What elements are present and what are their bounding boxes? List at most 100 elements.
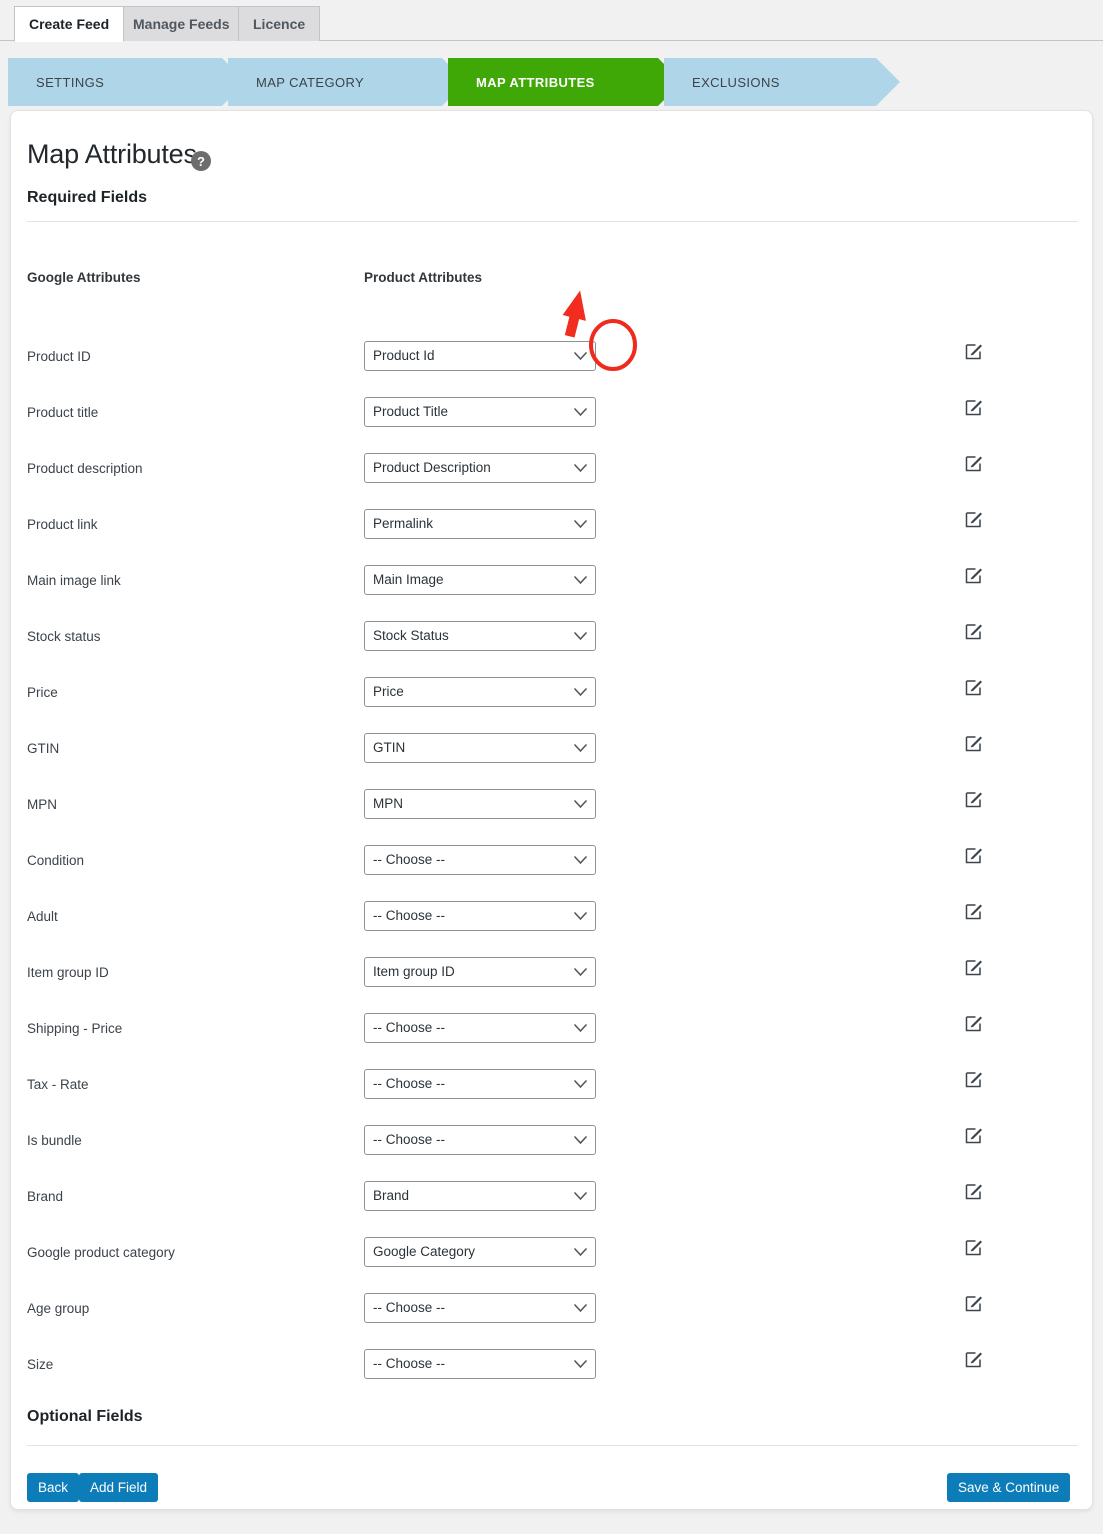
edit-icon[interactable] <box>964 677 984 697</box>
attribute-select[interactable]: Product Description <box>364 453 596 483</box>
attribute-select[interactable]: -- Choose -- <box>364 1293 596 1323</box>
step-settings[interactable]: SETTINGS <box>8 58 222 106</box>
attribute-label: Item group ID <box>27 965 109 980</box>
edit-icon[interactable] <box>964 1349 984 1369</box>
attribute-select[interactable]: Main Image <box>364 565 596 595</box>
back-button[interactable]: Back <box>27 1473 79 1502</box>
attribute-select-wrapper: Google Category <box>364 1237 596 1267</box>
attribute-select-wrapper: Brand <box>364 1181 596 1211</box>
column-header-google: Google Attributes <box>27 270 141 285</box>
attribute-select[interactable]: Product Id <box>364 341 596 371</box>
table-row: Brand Brand <box>11 1175 1092 1231</box>
page-title: Map Attributes <box>27 139 197 170</box>
attribute-label: Age group <box>27 1301 89 1316</box>
step-map-attributes[interactable]: MAP ATTRIBUTES <box>448 58 658 106</box>
divider-optional <box>27 1445 1078 1446</box>
attribute-label: GTIN <box>27 741 59 756</box>
attribute-select-wrapper: GTIN <box>364 733 596 763</box>
table-row: Product description Product Description <box>11 447 1092 503</box>
optional-fields-heading: Optional Fields <box>27 1408 143 1426</box>
attribute-select[interactable]: Price <box>364 677 596 707</box>
attribute-select[interactable]: -- Choose -- <box>364 845 596 875</box>
attribute-select[interactable]: -- Choose -- <box>364 1125 596 1155</box>
attribute-label: Google product category <box>27 1245 175 1260</box>
attribute-label: Product title <box>27 405 98 420</box>
add-field-button[interactable]: Add Field <box>79 1473 158 1502</box>
table-row: Size -- Choose -- <box>11 1343 1092 1399</box>
tab-bar: Create Feed Manage Feeds Licence <box>0 0 1103 41</box>
table-row: Product linkPermalink <box>11 503 1092 559</box>
edit-icon[interactable] <box>964 341 984 361</box>
table-row: Product ID Product Id <box>11 335 1092 391</box>
table-row: Price Price <box>11 671 1092 727</box>
attribute-select[interactable]: GTIN <box>364 733 596 763</box>
attribute-select-wrapper: Main Image <box>364 565 596 595</box>
attribute-select-wrapper: -- Choose -- <box>364 1069 596 1099</box>
attribute-select-wrapper: -- Choose -- <box>364 1293 596 1323</box>
attribute-select[interactable]: -- Choose -- <box>364 1069 596 1099</box>
attribute-select-wrapper: MPN <box>364 789 596 819</box>
attribute-select-wrapper: -- Choose -- <box>364 901 596 931</box>
map-attributes-card: Map Attributes ? Required Fields Google … <box>10 110 1093 1510</box>
attribute-select[interactable]: -- Choose -- <box>364 1013 596 1043</box>
attribute-select-wrapper: Price <box>364 677 596 707</box>
attribute-select-wrapper: -- Choose -- <box>364 1013 596 1043</box>
table-row: Shipping - Price-- Choose -- <box>11 1007 1092 1063</box>
save-continue-button[interactable]: Save & Continue <box>947 1473 1070 1502</box>
edit-icon[interactable] <box>964 621 984 641</box>
tab-create-feed[interactable]: Create Feed <box>14 6 124 42</box>
attribute-select-wrapper: Stock Status <box>364 621 596 651</box>
attribute-select[interactable]: Product Title <box>364 397 596 427</box>
attribute-label: Product description <box>27 461 143 476</box>
step-exclusions[interactable]: EXCLUSIONS <box>664 58 876 106</box>
edit-icon[interactable] <box>964 845 984 865</box>
attribute-select-wrapper: -- Choose -- <box>364 1125 596 1155</box>
attribute-select[interactable]: Permalink <box>364 509 596 539</box>
attribute-select[interactable]: Brand <box>364 1181 596 1211</box>
divider-required <box>27 221 1078 222</box>
column-header-product: Product Attributes <box>364 270 482 285</box>
attribute-label: MPN <box>27 797 57 812</box>
edit-icon[interactable] <box>964 1013 984 1033</box>
attribute-select[interactable]: -- Choose -- <box>364 1349 596 1379</box>
edit-icon[interactable] <box>964 1125 984 1145</box>
table-row: Item group ID Item group ID <box>11 951 1092 1007</box>
edit-icon[interactable] <box>964 1293 984 1313</box>
edit-icon[interactable] <box>964 565 984 585</box>
table-row: Tax - Rate-- Choose -- <box>11 1063 1092 1119</box>
attribute-label: Price <box>27 685 58 700</box>
edit-icon[interactable] <box>964 509 984 529</box>
table-row: GTIN GTIN <box>11 727 1092 783</box>
attribute-select-wrapper: Product Description <box>364 453 596 483</box>
attribute-select[interactable]: MPN <box>364 789 596 819</box>
table-row: MPN MPN <box>11 783 1092 839</box>
attribute-label: Size <box>27 1357 53 1372</box>
edit-icon[interactable] <box>964 1069 984 1089</box>
attribute-select-wrapper: -- Choose -- <box>364 1349 596 1379</box>
attribute-label: Product ID <box>27 349 91 364</box>
edit-icon[interactable] <box>964 789 984 809</box>
edit-icon[interactable] <box>964 733 984 753</box>
table-row: Age group -- Choose -- <box>11 1287 1092 1343</box>
edit-icon[interactable] <box>964 901 984 921</box>
table-row: Condition-- Choose -- <box>11 839 1092 895</box>
table-row: Stock statusStock Status <box>11 615 1092 671</box>
tab-manage-feeds[interactable]: Manage Feeds <box>118 6 244 41</box>
edit-icon[interactable] <box>964 957 984 977</box>
attribute-label: Adult <box>27 909 58 924</box>
attribute-label: Is bundle <box>27 1133 82 1148</box>
attribute-select[interactable]: Item group ID <box>364 957 596 987</box>
edit-icon[interactable] <box>964 1181 984 1201</box>
edit-icon[interactable] <box>964 453 984 473</box>
attribute-select[interactable]: -- Choose -- <box>364 901 596 931</box>
attribute-select-wrapper: Item group ID <box>364 957 596 987</box>
attribute-select[interactable]: Stock Status <box>364 621 596 651</box>
tab-licence[interactable]: Licence <box>238 6 320 41</box>
attribute-select[interactable]: Google Category <box>364 1237 596 1267</box>
edit-icon[interactable] <box>964 397 984 417</box>
attribute-label: Brand <box>27 1189 63 1204</box>
table-row: Google product category Google Category <box>11 1231 1092 1287</box>
step-map-category[interactable]: MAP CATEGORY <box>228 58 442 106</box>
help-icon[interactable]: ? <box>191 151 211 171</box>
edit-icon[interactable] <box>964 1237 984 1257</box>
